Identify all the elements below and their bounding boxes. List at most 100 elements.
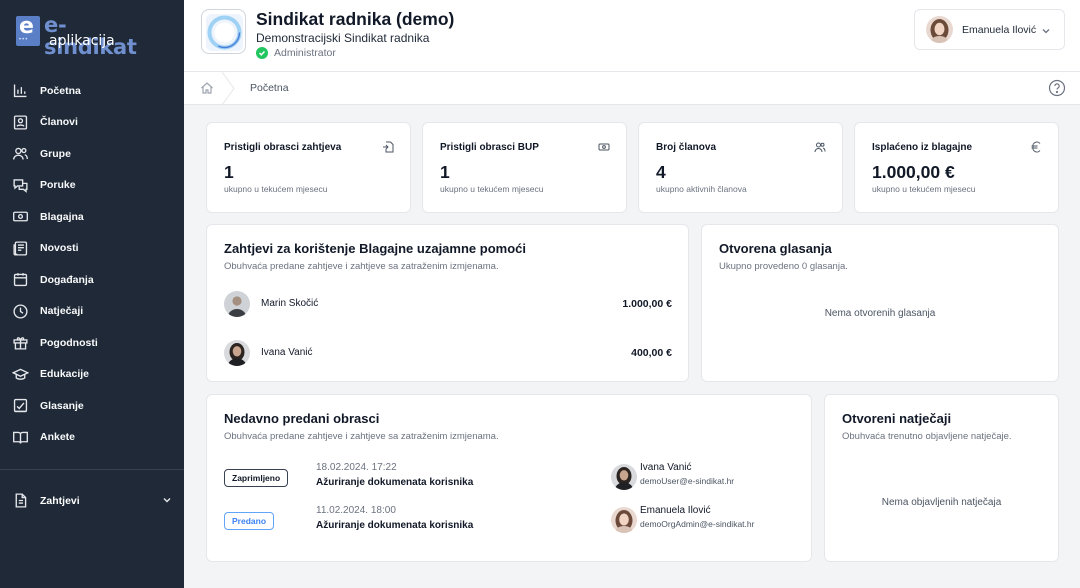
recent-forms-panel: Nedavno predani obrasci Obuhvaća predane… bbox=[206, 394, 812, 562]
sidebar-item-label: Početna bbox=[40, 84, 81, 97]
stat-card-forms[interactable]: Pristigli obrasci zahtjeva 1 ukupno u te… bbox=[206, 122, 411, 213]
stat-title: Pristigli obrasci BUP bbox=[440, 142, 539, 153]
euro-icon bbox=[1031, 141, 1041, 153]
chart-bars-icon bbox=[13, 84, 27, 98]
sidebar: e ••• e-sindikat aplikacija Početna Člano… bbox=[0, 0, 184, 588]
sidebar-item-label: Grupe bbox=[40, 147, 71, 160]
sidebar-item-pogodnosti[interactable]: Pogodnosti bbox=[0, 327, 184, 359]
top-header: Sindikat radnika (demo) Demonstracijski … bbox=[184, 0, 1080, 72]
sidebar-item-label: Glasanje bbox=[40, 399, 84, 412]
sidebar-item-grupe[interactable]: Grupe bbox=[0, 138, 184, 170]
table-row[interactable]: Predano 11.02.2024. 18:00 Ažuriranje dok… bbox=[224, 505, 794, 539]
panel-subtitle: Obuhvaća trenutno objavljene natječaje. bbox=[842, 431, 1012, 442]
app-logo[interactable]: e ••• e-sindikat aplikacija bbox=[16, 14, 137, 58]
sidebar-item-label: Događanja bbox=[40, 273, 94, 286]
sidebar-item-label: Pogodnosti bbox=[40, 336, 98, 349]
panel-subtitle: Obuhvaća predane zahtjeve i zahtjeve sa … bbox=[224, 431, 499, 442]
user-menu-button[interactable]: Emanuela Ilović bbox=[914, 9, 1065, 50]
avatar bbox=[611, 507, 637, 533]
sidebar-item-natjecaji[interactable]: Natječaji bbox=[0, 296, 184, 328]
users-icon bbox=[814, 142, 826, 153]
form-title: Ažuriranje dokumenata korisnika bbox=[316, 477, 474, 488]
home-icon[interactable] bbox=[200, 81, 214, 95]
sidebar-item-pocetna[interactable]: Početna bbox=[0, 75, 184, 107]
sidebar-item-ankete[interactable]: Ankete bbox=[0, 422, 184, 454]
chevron-down-icon[interactable] bbox=[162, 495, 172, 505]
users-icon bbox=[13, 147, 28, 160]
newspaper-icon bbox=[13, 241, 28, 256]
sidebar-item-label: Blagajna bbox=[40, 210, 84, 223]
stat-value: 1.000,00 € bbox=[872, 162, 955, 182]
sidebar-item-label: Ankete bbox=[40, 431, 76, 444]
stat-title: Isplaćeno iz blagajne bbox=[872, 142, 973, 153]
sidebar-item-label: Edukacije bbox=[40, 368, 90, 381]
sidebar-item-label: Članovi bbox=[40, 116, 78, 129]
role-indicator: Administrator bbox=[256, 47, 336, 59]
sidebar-item-glasanje[interactable]: Glasanje bbox=[0, 390, 184, 422]
empty-state: Nema otvorenih glasanja bbox=[824, 308, 936, 319]
chevron-down-icon bbox=[1042, 29, 1050, 34]
graduation-cap-icon bbox=[12, 368, 29, 380]
avatar bbox=[224, 340, 250, 366]
sidebar-item-label: Natječaji bbox=[40, 305, 84, 318]
breadcrumb: Početna bbox=[184, 72, 1080, 105]
stat-card-payouts[interactable]: Isplaćeno iz blagajne 1.000,00 € ukupno … bbox=[854, 122, 1059, 213]
form-title: Ažuriranje dokumenata korisnika bbox=[316, 520, 474, 531]
org-title: Sindikat radnika (demo) bbox=[256, 9, 455, 29]
stat-card-members[interactable]: Broj članova 4 ukupno aktivnih članova bbox=[638, 122, 843, 213]
org-logo bbox=[201, 9, 246, 54]
org-logo-mark bbox=[206, 14, 243, 51]
stat-title: Pristigli obrasci zahtjeva bbox=[224, 142, 342, 153]
gift-icon bbox=[13, 337, 28, 350]
sidebar-item-label: Poruke bbox=[40, 179, 76, 192]
breadcrumb-current[interactable]: Početna bbox=[250, 82, 289, 94]
sidebar-item-edukacije[interactable]: Edukacije bbox=[0, 359, 184, 391]
sidebar-item-label: Novosti bbox=[40, 242, 79, 255]
panel-title: Otvorena glasanja bbox=[719, 241, 832, 256]
status-badge: Zaprimljeno bbox=[224, 469, 289, 487]
stat-value: 1 bbox=[440, 162, 450, 182]
sidebar-item-poruke[interactable]: Poruke bbox=[0, 170, 184, 202]
sidebar-nav: Početna Članovi Grupe Poruke Blagajna No… bbox=[0, 75, 184, 453]
sidebar-item-blagajna[interactable]: Blagajna bbox=[0, 201, 184, 233]
stat-subtitle: ukupno u tekućem mjesecu bbox=[872, 184, 976, 194]
panel-title: Otvoreni natječaji bbox=[842, 411, 952, 426]
sidebar-item-novosti[interactable]: Novosti bbox=[0, 233, 184, 265]
stat-subtitle: ukupno u tekućem mjesecu bbox=[224, 184, 328, 194]
submitter-name: Emanuela Ilović bbox=[640, 505, 711, 516]
chat-icon bbox=[13, 179, 28, 193]
stat-card-bup[interactable]: Pristigli obrasci BUP 1 ukupno u tekućem… bbox=[422, 122, 627, 213]
sidebar-item-clanovi[interactable]: Članovi bbox=[0, 107, 184, 139]
help-icon[interactable] bbox=[1048, 79, 1066, 97]
stat-subtitle: ukupno aktivnih članova bbox=[656, 184, 747, 194]
stat-subtitle: ukupno u tekućem mjesecu bbox=[440, 184, 544, 194]
banknote-icon bbox=[13, 211, 28, 222]
book-open-icon bbox=[13, 431, 28, 444]
avatar bbox=[926, 16, 953, 43]
submitter-email: demoUser@e-sindikat.hr bbox=[640, 476, 735, 486]
voting-panel: Otvorena glasanja Ukupno provedeno 0 gla… bbox=[701, 224, 1059, 382]
file-import-icon bbox=[383, 141, 394, 153]
stat-value: 1 bbox=[224, 162, 234, 182]
sidebar-item-zahtjevi[interactable]: Zahtjevi bbox=[0, 485, 184, 516]
list-item[interactable]: Ivana Vanić 400,00 € bbox=[224, 340, 672, 366]
stat-value: 4 bbox=[656, 162, 666, 182]
stat-title: Broj članova bbox=[656, 142, 717, 153]
status-badge: Predano bbox=[224, 512, 275, 530]
calendar-icon bbox=[13, 273, 28, 287]
avatar bbox=[611, 464, 637, 490]
submitter-name: Ivana Vanić bbox=[640, 462, 692, 473]
role-label: Administrator bbox=[274, 47, 336, 59]
panel-subtitle: Ukupno provedeno 0 glasanja. bbox=[719, 261, 848, 272]
tenders-panel: Otvoreni natječaji Obuhvaća trenutno obj… bbox=[824, 394, 1059, 562]
list-item[interactable]: Marin Skočić 1.000,00 € bbox=[224, 291, 672, 317]
submission-date: 11.02.2024. 18:00 bbox=[316, 505, 396, 516]
sidebar-item-dogadanja[interactable]: Događanja bbox=[0, 264, 184, 296]
submission-date: 18.02.2024. 17:22 bbox=[316, 462, 397, 473]
table-row[interactable]: Zaprimljeno 18.02.2024. 17:22 Ažuriranje… bbox=[224, 462, 794, 496]
panel-subtitle: Obuhvaća predane zahtjeve i zahtjeve sa … bbox=[224, 261, 499, 272]
requests-panel: Zahtjevi za korištenje Blagajne uzajamne… bbox=[206, 224, 689, 382]
id-card-icon bbox=[13, 115, 28, 130]
document-icon bbox=[15, 493, 27, 508]
avatar bbox=[224, 291, 250, 317]
